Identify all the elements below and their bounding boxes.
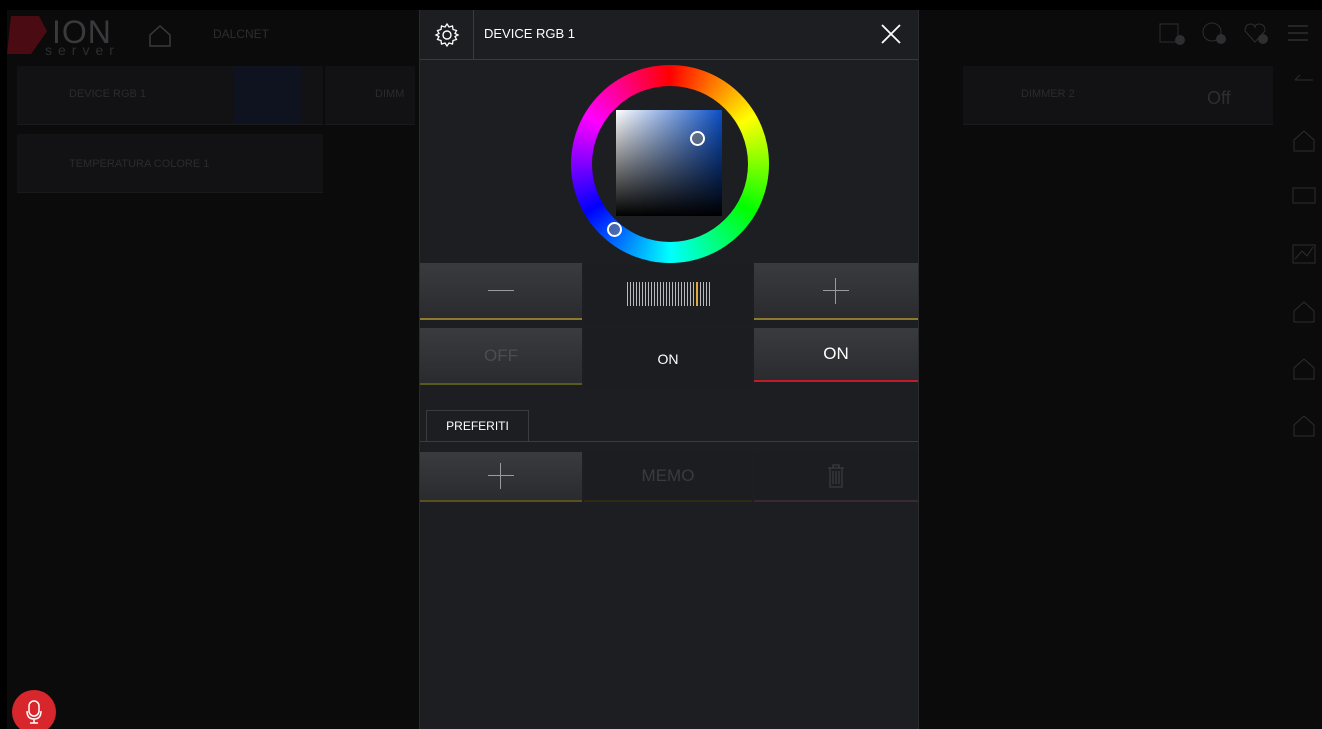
power-row: OFF ON ON [420,328,918,390]
memo-button-label: MEMO [641,466,695,485]
brightness-tick [659,282,661,306]
brightness-tick [683,282,685,306]
brightness-tick [686,282,688,306]
brightness-tick [632,282,634,306]
on-button-label: ON [823,344,849,363]
ion-logo: ION server [7,10,137,58]
brightness-tick [702,282,704,306]
brightness-tick [668,282,670,306]
plus-icon [488,463,514,489]
menu-icon[interactable] [1284,20,1312,46]
monitor-icon[interactable] [1291,184,1317,210]
brightness-tick [665,282,667,306]
off-button-label: OFF [484,345,518,365]
favorites-row: MEMO [420,452,918,510]
brightness-tick [677,282,679,306]
brightness-level-marker [695,282,698,306]
power-state: ON [584,328,752,390]
brightness-slider[interactable] [584,263,752,325]
saturation-square[interactable] [616,110,722,216]
list-item-label: TEMPERATURA COLORE 1 [69,158,210,170]
brightness-tick [689,282,691,306]
close-icon[interactable] [879,22,903,46]
home-icon[interactable] [147,22,173,48]
brightness-tick [656,282,658,306]
brightness-tick [705,282,707,306]
home-icon[interactable] [1291,298,1317,324]
breadcrumb[interactable]: DALCNET [213,27,269,41]
dimmer-label: DIMMER 2 [1021,88,1075,100]
brightness-tick [671,282,673,306]
on-button[interactable]: ON [754,328,918,382]
home-icon[interactable] [1291,355,1317,381]
brightness-tick [641,282,643,306]
color-picker[interactable] [571,65,769,263]
color-swatch [234,66,301,124]
app-window: ION server DALCNET DEVICE RGB 1 TEMPERAT… [7,10,1322,729]
delete-favorite-button[interactable] [754,452,918,502]
brightness-tick [647,282,649,306]
scenes-info-icon[interactable] [1158,20,1186,46]
power-state-label: ON [657,351,679,367]
hue-handle[interactable] [607,222,622,237]
back-icon[interactable] [1291,70,1317,96]
home-icon[interactable] [1291,412,1317,438]
hue-wheel[interactable] [571,65,769,263]
side-nav [1286,70,1322,469]
off-button[interactable]: OFF [420,328,582,385]
memo-button[interactable]: MEMO [584,452,752,502]
plus-icon [823,277,849,304]
tab-preferiti[interactable]: PREFERITI [426,410,529,441]
dimmer-card[interactable]: DIMM [325,66,415,125]
dimmer-label: DIMM [375,88,405,100]
microphone-icon [26,700,42,724]
brightness-ticks[interactable] [626,280,710,308]
brightness-tick [674,282,676,306]
modal-header: DEVICE RGB 1 [420,10,918,60]
microphone-button[interactable] [12,690,56,729]
chart-icon[interactable] [1291,241,1317,267]
header-divider [473,10,474,59]
tab-bar: PREFERITI [420,407,918,442]
brightness-tick [626,282,628,306]
logo-mark [7,16,47,54]
brightness-tick [699,282,701,306]
globe-info-icon[interactable] [1200,20,1228,46]
home-icon[interactable] [1291,127,1317,153]
brightness-tick [644,282,646,306]
brightness-tick [635,282,637,306]
heart-info-icon[interactable] [1242,20,1270,46]
brightness-tick [629,282,631,306]
brightness-tick [653,282,655,306]
brightness-tick [650,282,652,306]
brightness-row [420,263,918,325]
brightness-tick [692,282,694,306]
brightness-tick [708,282,710,306]
device-modal: DEVICE RGB 1 OFF ON ON PREFERITI MEMO [419,10,919,729]
add-favorite-button[interactable] [420,452,582,502]
brightness-decrease-button[interactable] [420,263,582,320]
brightness-tick [638,282,640,306]
logo-subtext: server [45,42,120,58]
modal-title: DEVICE RGB 1 [484,26,576,41]
list-item[interactable]: TEMPERATURA COLORE 1 [17,134,323,193]
trash-icon [828,464,844,488]
top-right-icons [1158,20,1312,46]
brightness-increase-button[interactable] [754,263,918,320]
brightness-tick [662,282,664,306]
saturation-handle[interactable] [690,131,705,146]
gear-icon[interactable] [434,22,460,48]
brightness-tick [680,282,682,306]
minus-icon [488,290,514,291]
dimmer-state: Off [1207,88,1231,108]
list-item-label: DEVICE RGB 1 [69,88,147,100]
